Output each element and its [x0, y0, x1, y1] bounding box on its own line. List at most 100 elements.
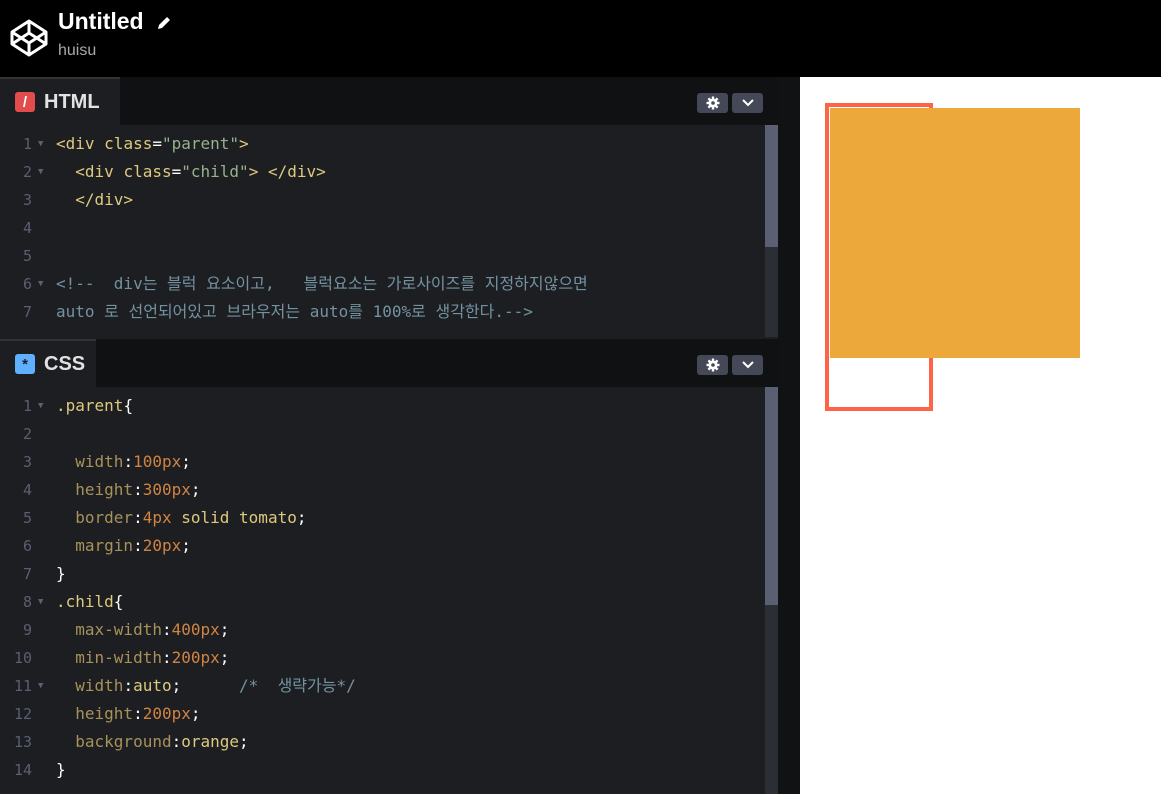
line-number: 4 [22, 219, 32, 237]
html-scrollbar-thumb[interactable] [765, 125, 778, 247]
code-line[interactable]: 2 ▼ <div class="child"> </div> [0, 158, 765, 186]
code-token: <!-- div는 블럭 요소이고, 블럭요소는 가로사이즈를 지정하지않으면 [56, 274, 588, 293]
code-token: ; [190, 704, 201, 723]
code-token: } [56, 564, 66, 583]
code-line[interactable]: 8 ▼ .child{ [0, 588, 765, 616]
fold-arrow-icon[interactable]: ▼ [38, 130, 43, 158]
code-token: height [75, 480, 134, 499]
tab-html-label: HTML [44, 90, 100, 113]
code-token: height [75, 704, 134, 723]
code-text: border:4px solid tomato; [56, 504, 306, 532]
code-token: ; [181, 452, 191, 471]
code-line[interactable]: 9 max-width:400px; [0, 616, 765, 644]
header: Untitled huisu [0, 0, 1161, 77]
preview-child-box [830, 108, 1080, 358]
code-token: : [133, 704, 143, 723]
pen-author[interactable]: huisu [58, 42, 96, 60]
code-token: : [171, 732, 182, 751]
line-number: 8 [22, 593, 32, 611]
code-line[interactable]: 7 auto 로 선언되어있고 브라우저는 auto를 100%로 생각한다.--… [0, 298, 765, 326]
code-token: 4px [142, 508, 172, 527]
fold-arrow-icon[interactable]: ▼ [38, 158, 43, 186]
code-token: margin [75, 536, 134, 555]
code-token: ; [296, 508, 307, 527]
code-token: width [75, 676, 124, 695]
line-number: 2 [22, 163, 32, 181]
code-token: max-width [75, 620, 162, 639]
fold-arrow-icon[interactable]: ▼ [38, 588, 43, 616]
code-line[interactable]: 7} [0, 560, 765, 588]
css-code-editor[interactable]: 1 ▼ .parent{2 3 width:100px; 4 height:300px;… [0, 387, 765, 794]
result-preview[interactable] [800, 77, 1161, 794]
code-line[interactable]: 14} [0, 756, 765, 784]
code-token: : [123, 452, 134, 471]
gear-icon [706, 358, 719, 372]
css-scrollbar-thumb[interactable] [765, 387, 778, 605]
preview-resizer[interactable] [778, 77, 800, 794]
code-token: > </div> [248, 162, 326, 181]
line-number: 13 [13, 733, 32, 751]
code-line[interactable]: 11 ▼ width:auto; /* 생략가능*/ [0, 672, 765, 700]
code-line[interactable]: 1 ▼ .parent{ [0, 392, 765, 420]
code-line[interactable]: 6 margin:20px; [0, 532, 765, 560]
code-line[interactable]: 2 [0, 420, 765, 448]
code-token: class [104, 134, 153, 153]
tab-css[interactable]: * CSS [0, 339, 96, 387]
code-text: </div> [56, 186, 133, 214]
line-number: 10 [13, 649, 32, 667]
html-settings-button[interactable] [697, 93, 728, 113]
css-collapse-button[interactable] [732, 355, 763, 375]
code-line[interactable]: 4 [0, 214, 765, 242]
code-text: max-width:400px; [56, 616, 229, 644]
line-number: 5 [22, 247, 32, 265]
code-line[interactable]: 3 width:100px; [0, 448, 765, 476]
fold-arrow-icon[interactable]: ▼ [38, 270, 43, 298]
line-number: 3 [22, 453, 32, 471]
code-token: background [75, 732, 172, 751]
code-token: auto [133, 676, 172, 695]
code-text: } [56, 756, 66, 784]
html-code-editor[interactable]: 1 ▼ <div class="parent"> 2 ▼ <div class="chi… [0, 125, 765, 337]
html-collapse-button[interactable] [732, 93, 763, 113]
code-text: } [56, 560, 66, 588]
code-token: { [113, 592, 124, 611]
code-token: auto 로 선언되어있고 브라우저는 auto를 100%로 생각한다.--> [56, 302, 533, 321]
code-line[interactable]: 5 border:4px solid tomato; [0, 504, 765, 532]
code-token: 200px [171, 648, 220, 667]
code-line[interactable]: 13 background:orange; [0, 728, 765, 756]
code-token: : [133, 480, 143, 499]
gear-icon [706, 96, 719, 110]
code-line[interactable]: 5 [0, 242, 765, 270]
line-number: 7 [22, 565, 32, 583]
code-line[interactable]: 4 height:300px; [0, 476, 765, 504]
code-token: : [133, 536, 143, 555]
code-token: solid tomato [171, 508, 297, 527]
pen-title[interactable]: Untitled [58, 8, 144, 35]
code-line[interactable]: 12 height:200px; [0, 700, 765, 728]
code-text: width:auto; /* 생략가능*/ [56, 672, 355, 700]
line-number: 14 [13, 761, 32, 779]
line-number: 6 [22, 537, 32, 555]
css-settings-button[interactable] [697, 355, 728, 375]
code-token: = [152, 134, 162, 153]
code-text: .parent{ [56, 392, 133, 420]
code-text: background:orange; [56, 728, 248, 756]
code-token: 400px [171, 620, 220, 639]
codepen-logo-icon[interactable] [9, 18, 49, 58]
pencil-icon[interactable] [156, 15, 172, 31]
code-token: <div [56, 134, 105, 153]
code-line[interactable]: 10 min-width:200px; [0, 644, 765, 672]
code-token: orange [181, 732, 240, 751]
code-token: ; [190, 480, 201, 499]
code-line[interactable]: 3 </div> [0, 186, 765, 214]
line-number: 12 [13, 705, 32, 723]
fold-arrow-icon[interactable]: ▼ [38, 672, 43, 700]
code-token: = [171, 162, 182, 181]
code-line[interactable]: 1 ▼ <div class="parent"> [0, 130, 765, 158]
tab-html[interactable]: / HTML [0, 77, 120, 125]
code-token: ; [181, 536, 191, 555]
code-token: </div> [75, 190, 134, 209]
fold-arrow-icon[interactable]: ▼ [38, 392, 43, 420]
code-line[interactable]: 6 ▼ <!-- div는 블럭 요소이고, 블럭요소는 가로사이즈를 지정하지않으… [0, 270, 765, 298]
